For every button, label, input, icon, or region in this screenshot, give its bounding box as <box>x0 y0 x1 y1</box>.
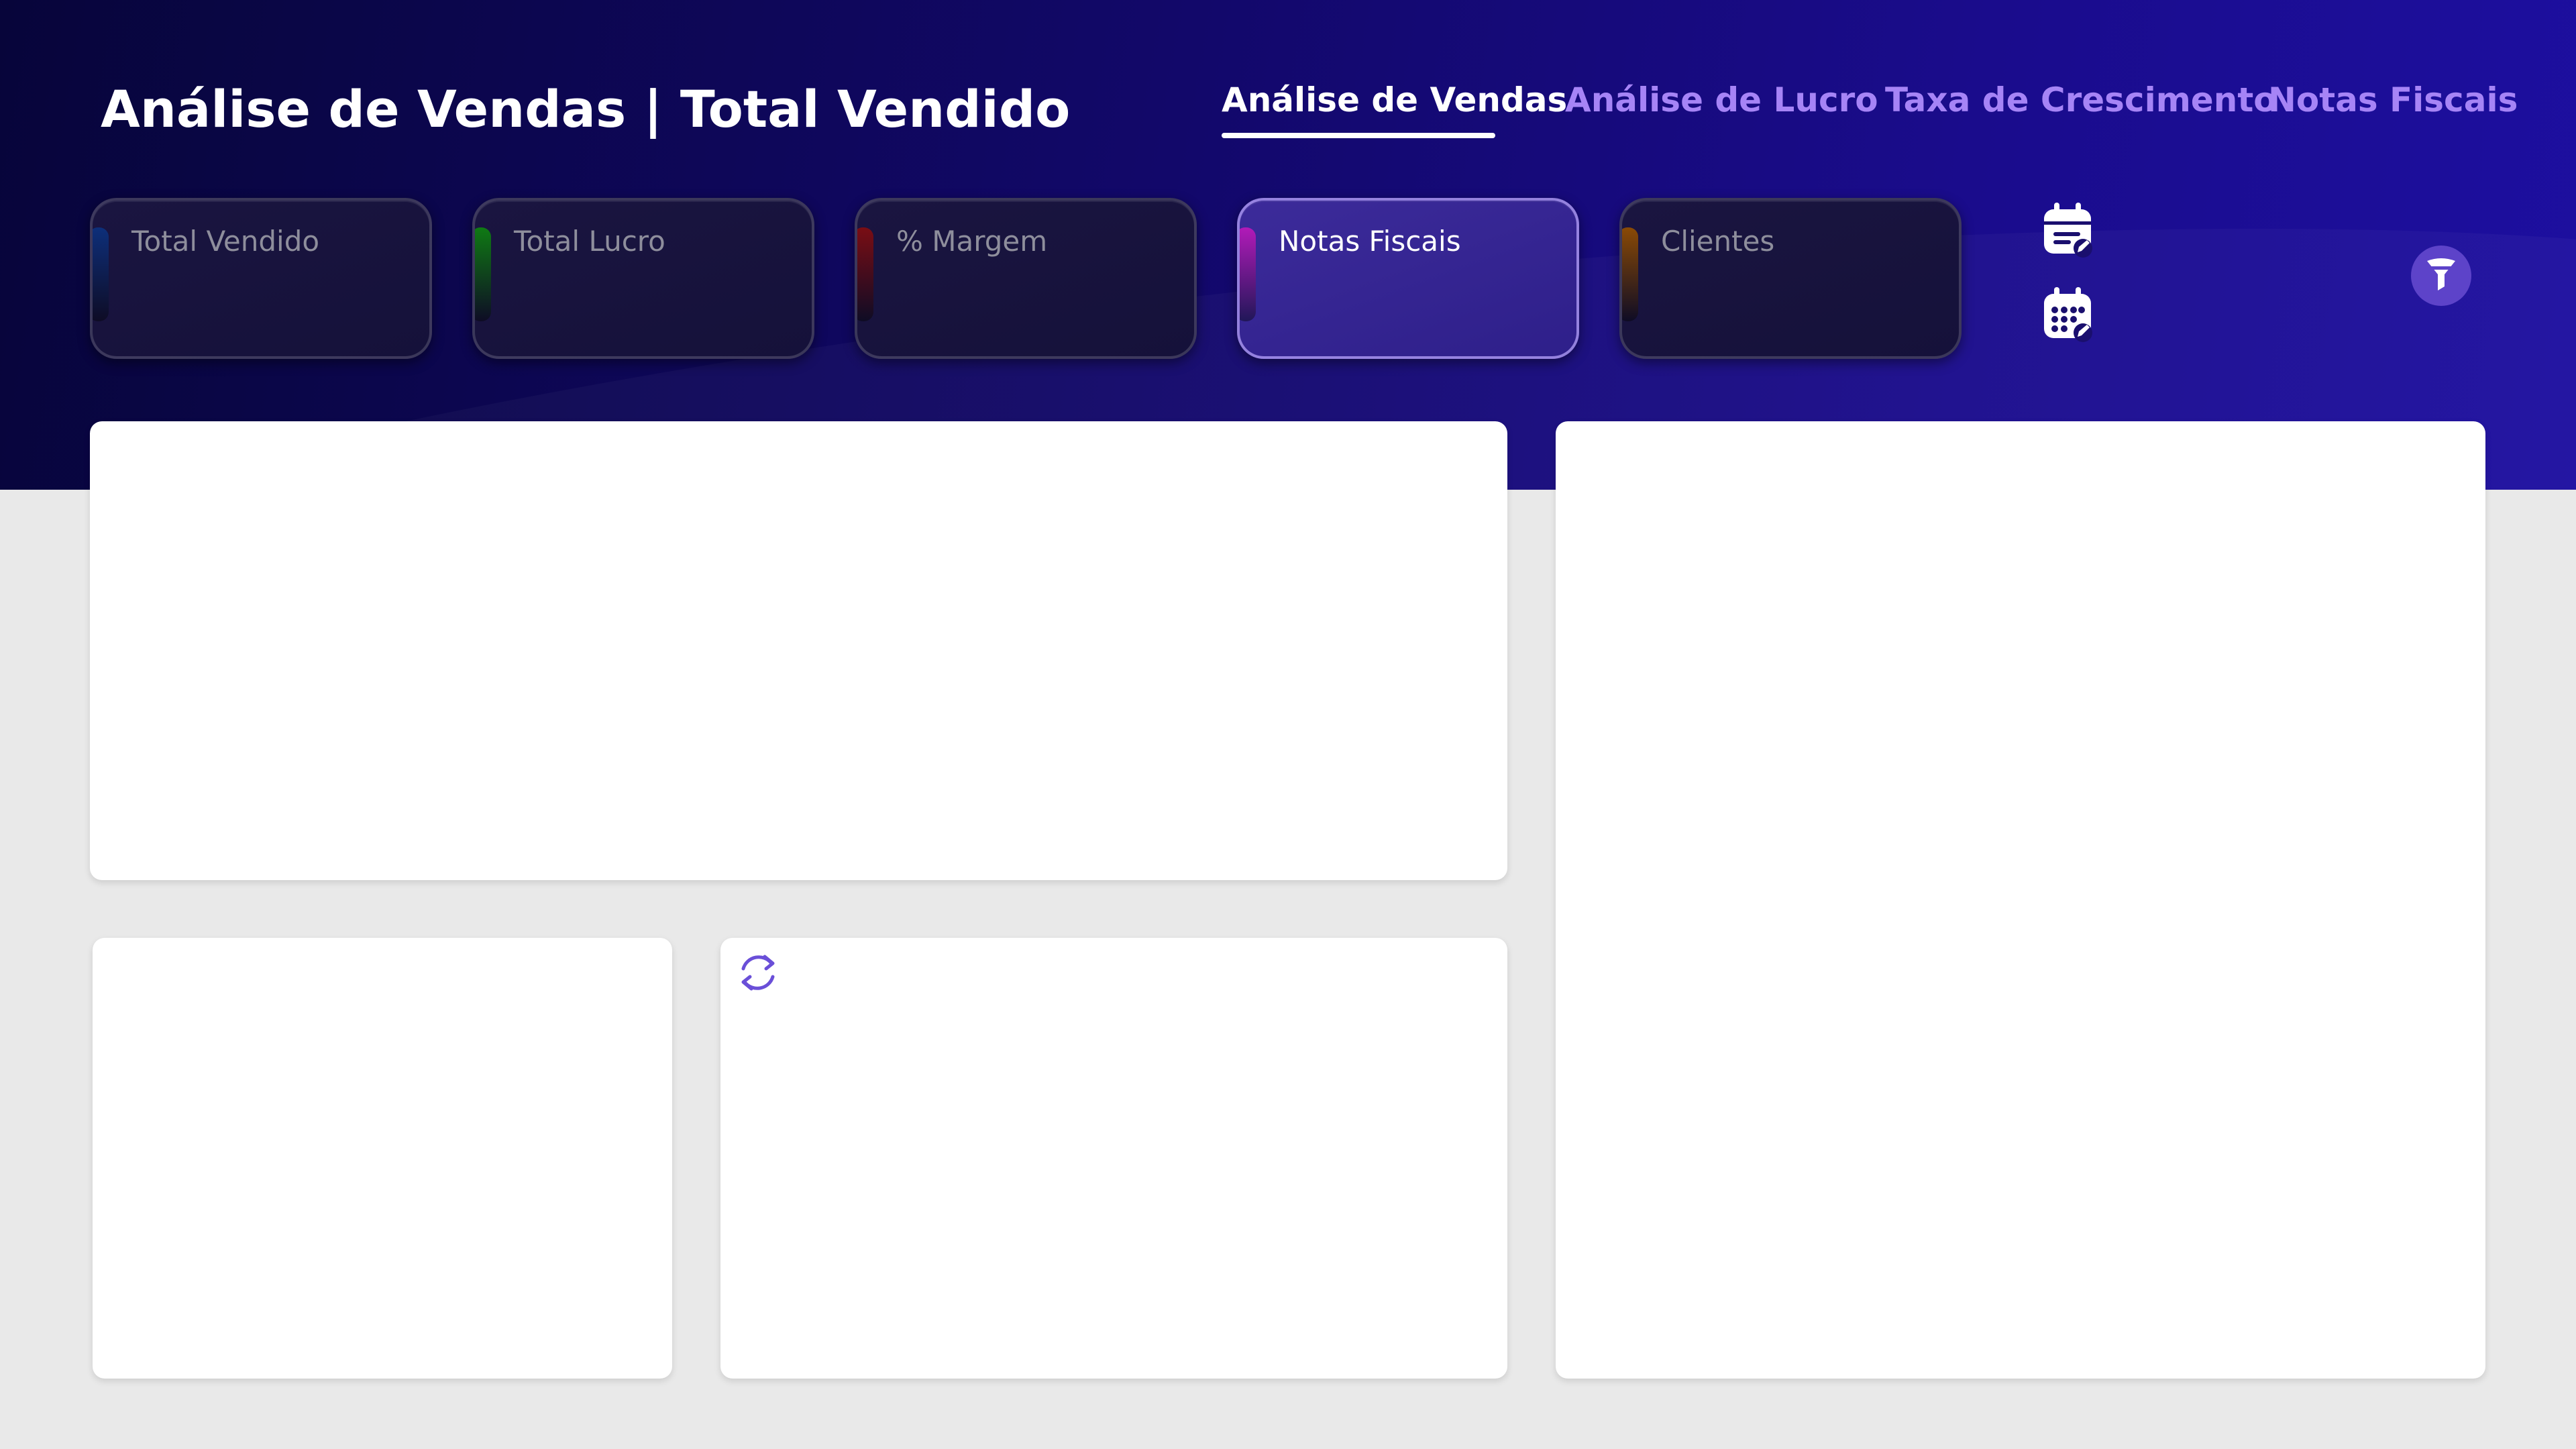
kpi-card-notas-fiscais[interactable]: Notas Fiscais <box>1237 198 1579 359</box>
chart-panel-right <box>1556 421 2485 1379</box>
filter-icon <box>2424 257 2458 294</box>
refresh-icon[interactable] <box>737 949 780 997</box>
kpi-card-margem[interactable]: % Margem <box>855 198 1197 359</box>
kpi-card-total-lucro[interactable]: Total Lucro <box>472 198 814 359</box>
kpi-label: Clientes <box>1661 225 1775 258</box>
filter-button[interactable] <box>2411 246 2471 306</box>
page-title: Análise de Vendas | Total Vendido <box>101 79 1071 139</box>
kpi-label: Total Vendido <box>131 225 320 258</box>
kpi-label: % Margem <box>896 225 1048 258</box>
kpi-card-total-vendido[interactable]: Total Vendido <box>90 198 432 359</box>
tab-taxa-de-crescimento[interactable]: Taxa de Crescimento <box>1885 80 2277 119</box>
kpi-accent-bar <box>1622 227 1638 321</box>
kpi-accent-bar <box>475 227 491 321</box>
active-tab-underline <box>1222 133 1495 138</box>
chart-panel-bottom-middle <box>720 938 1507 1379</box>
kpi-accent-bar <box>93 227 109 321</box>
kpi-label: Notas Fiscais <box>1279 225 1461 258</box>
tab-analise-de-vendas[interactable]: Análise de Vendas <box>1222 80 1567 119</box>
chart-panel-bottom-left <box>93 938 672 1379</box>
tab-notas-fiscais[interactable]: Notas Fiscais <box>2268 80 2518 119</box>
tab-analise-de-lucro[interactable]: Análise de Lucro <box>1565 80 1878 119</box>
kpi-label: Total Lucro <box>514 225 665 258</box>
kpi-card-clientes[interactable]: Clientes <box>1619 198 1962 359</box>
kpi-accent-bar <box>857 227 873 321</box>
calendar-grid-icon[interactable] <box>2043 287 2092 342</box>
kpi-accent-bar <box>1240 227 1256 321</box>
chart-panel-top-left <box>90 421 1507 880</box>
calendar-edit-icon[interactable] <box>2043 203 2092 258</box>
